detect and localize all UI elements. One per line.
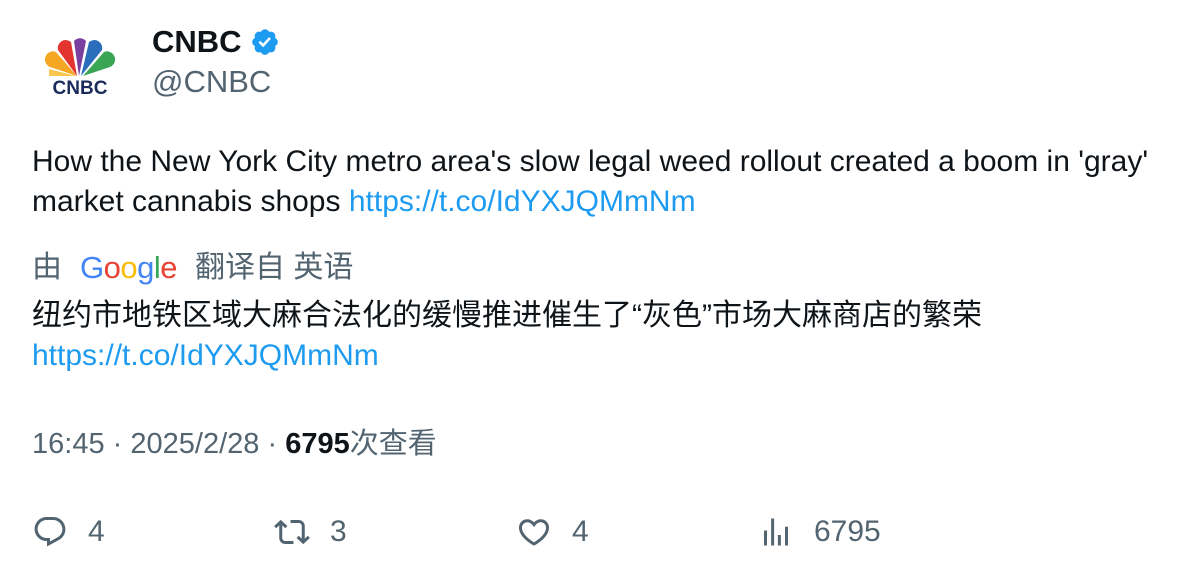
tweet-date[interactable]: 2025/2/28 (130, 428, 259, 460)
user-handle[interactable]: @CNBC (152, 62, 271, 102)
reply-icon (34, 517, 66, 547)
views-button[interactable]: 6795 (758, 510, 881, 554)
meta-separator: · (267, 428, 278, 460)
like-count: 4 (572, 515, 589, 548)
view-count: 6795 (285, 428, 350, 460)
translated-body: 纽约市地铁区域大麻合法化的缓慢推进催生了“灰色”市场大麻商店的繁荣 (32, 299, 982, 332)
retweet-icon (274, 519, 310, 545)
cnbc-peacock-logo: CNBC (44, 38, 116, 99)
translated-link[interactable]: https://t.co/IdYXJQMmNm (32, 339, 379, 372)
google-logo: Google (80, 250, 178, 285)
like-button[interactable]: 4 (516, 510, 589, 554)
tweet-time[interactable]: 16:45 (32, 428, 105, 460)
translated-text: 纽约市地铁区域大麻合法化的缓慢推进催生了“灰色”市场大麻商店的繁荣 https:… (32, 296, 1172, 376)
views-count: 6795 (814, 515, 881, 548)
svg-text:CNBC: CNBC (53, 78, 108, 99)
tweet-text: How the New York City metro area's slow … (32, 142, 1172, 222)
retweet-button[interactable]: 3 (274, 510, 347, 554)
tweet-meta: 16:45 · 2025/2/28 · 6795次查看 (32, 424, 437, 464)
retweet-count: 3 (330, 515, 347, 548)
heart-icon (518, 519, 550, 546)
avatar[interactable]: CNBC (32, 28, 128, 124)
verified-badge-icon (251, 29, 278, 55)
reply-button[interactable]: 4 (32, 510, 105, 554)
translation-suffix: 翻译自 英语 (195, 251, 354, 284)
display-name-text: CNBC (152, 24, 242, 59)
tweet-link[interactable]: https://t.co/IdYXJQMmNm (349, 185, 696, 218)
analytics-icon (764, 518, 788, 546)
translation-attribution: 由 Google 翻译自 英语 (32, 248, 353, 288)
reply-count: 4 (88, 515, 105, 548)
translation-prefix: 由 (32, 251, 62, 284)
action-bar: 4 3 4 6795 (32, 510, 1172, 554)
meta-separator: · (112, 428, 123, 460)
view-count-label: 次查看 (349, 428, 437, 460)
display-name[interactable]: CNBC (152, 22, 280, 62)
